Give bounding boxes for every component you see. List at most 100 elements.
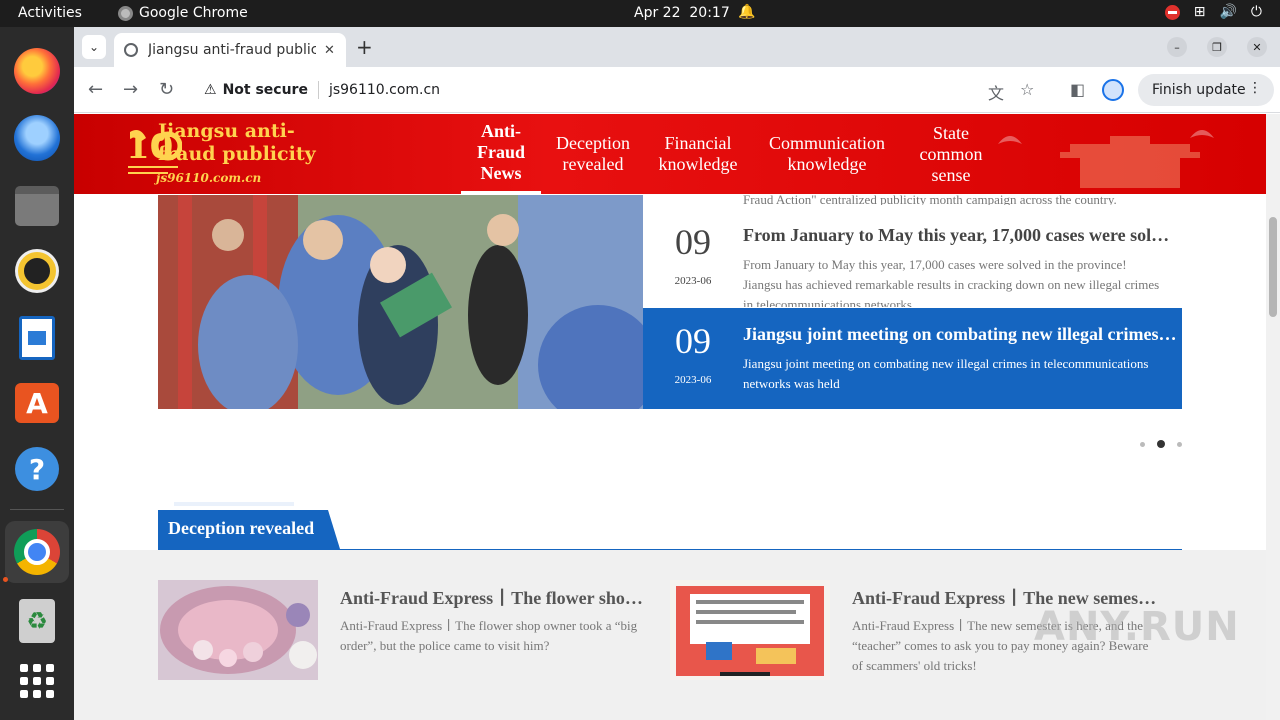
maximize-button[interactable]: ❐ <box>1207 37 1227 57</box>
section-title[interactable]: Deception revealed <box>158 510 340 549</box>
page-scrollbar[interactable] <box>1266 114 1280 720</box>
network-icon: ⊞ <box>1193 4 1206 20</box>
news-title[interactable]: Jiangsu joint meeting on combating new i… <box>743 324 1177 345</box>
dock-thunderbird[interactable] <box>13 114 61 162</box>
dock: A ? ♻ <box>0 27 74 720</box>
finish-update-label: Finish update <box>1152 82 1246 98</box>
scrollbar-thumb[interactable] <box>1269 217 1277 317</box>
notification-bell-icon: 🔔 <box>738 4 756 20</box>
news-desc: From January to May this year, 17,000 ca… <box>743 257 1160 307</box>
article-title[interactable]: Anti-Fraud Express丨The flower shop owner… <box>340 584 646 610</box>
slider-pagination <box>1140 440 1182 448</box>
menu-state-common-sense[interactable]: State common sense <box>910 114 992 194</box>
tab-strip: ⌄ Jiangsu anti-fraud publicity ✕ + – ❐ ✕ <box>74 27 1280 67</box>
news-day: 09 <box>675 222 711 262</box>
anyrun-watermark: ANY.RUN <box>1034 604 1240 650</box>
firefox-icon <box>14 48 60 94</box>
news-previous-snippet: Fraud Action" centralized publicity mont… <box>743 192 1117 205</box>
news-desc: Jiangsu joint meeting on combating new i… <box>743 356 1149 391</box>
article-thumbnail[interactable] <box>158 580 318 680</box>
slider-dot[interactable] <box>1140 441 1145 447</box>
news-item[interactable]: 09 2023-06 From January to May this year… <box>643 209 1182 310</box>
reload-button[interactable]: ↻ <box>159 79 174 100</box>
address-bar[interactable]: ⚠ Not secure js96110.com.cn <box>194 74 1054 106</box>
menu-deception-revealed[interactable]: Deception revealed <box>548 114 638 194</box>
system-tray[interactable]: ⊞ 🔊 ⏻ <box>1164 4 1262 20</box>
clock-date: Apr 22 <box>634 5 681 21</box>
app-name: Google Chrome <box>139 5 248 21</box>
translate-icon[interactable]: 文 <box>988 80 1004 104</box>
tab-search-button[interactable]: ⌄ <box>82 35 106 59</box>
site-name[interactable]: Jiangsu anti-fraud publicity <box>158 120 338 166</box>
app-menu[interactable]: Google Chrome <box>118 5 248 21</box>
news-item-selected[interactable]: 09 2023-06 Jiangsu joint meeting on comb… <box>643 308 1182 409</box>
forward-button[interactable]: → <box>123 79 138 100</box>
activities-button[interactable]: Activities <box>18 5 82 21</box>
section-header: Deception revealed <box>158 502 1182 550</box>
close-tab-icon[interactable]: ✕ <box>324 43 335 58</box>
browser-toolbar: ← → ↻ ⚠ Not secure js96110.com.cn 文 ☆ ◧ … <box>74 67 1280 113</box>
tiananmen-decoration <box>998 130 1214 188</box>
dock-files[interactable] <box>13 182 61 230</box>
news-photo[interactable] <box>158 195 643 409</box>
article-thumbnail[interactable] <box>670 580 830 680</box>
chevron-down-icon: ⌄ <box>88 40 100 54</box>
files-icon <box>15 186 59 226</box>
dock-separator <box>10 509 64 510</box>
menu-financial-knowledge[interactable]: Financial knowledge <box>652 114 744 194</box>
app-center-icon: A <box>15 383 59 423</box>
section-decoration <box>174 502 294 506</box>
dock-app-center[interactable]: A <box>13 379 61 427</box>
menu-anti-fraud-news[interactable]: Anti-Fraud News <box>461 114 541 194</box>
dock-firefox[interactable] <box>13 47 61 95</box>
bookmark-star-icon[interactable]: ☆ <box>1020 80 1034 99</box>
menu-communication-knowledge[interactable]: Communication knowledge <box>762 114 892 194</box>
page-viewport: 10 Jiangsu anti-fraud publicity js96110.… <box>74 114 1280 720</box>
url-text[interactable]: js96110.com.cn <box>329 82 440 98</box>
dock-show-apps[interactable] <box>13 657 61 705</box>
poster-image <box>670 580 830 680</box>
dock-help[interactable]: ? <box>13 445 61 493</box>
thunderbird-icon <box>14 115 60 161</box>
volume-icon: 🔊 <box>1219 4 1237 20</box>
news-list: Fraud Action" centralized publicity mont… <box>643 192 1182 409</box>
warning-icon: ⚠ <box>204 82 217 98</box>
article-desc: Anti-Fraud Express丨The flower shop owner… <box>340 618 638 653</box>
back-button[interactable]: ← <box>88 79 103 100</box>
not-secure-label[interactable]: Not secure <box>223 82 308 98</box>
trash-icon: ♻ <box>19 599 55 643</box>
chrome-window: ⌄ Jiangsu anti-fraud publicity ✕ + – ❐ ✕… <box>74 27 1280 720</box>
slider-dot-active[interactable] <box>1157 440 1165 448</box>
news-day: 09 <box>675 321 711 361</box>
news-date: 2023-06 <box>674 275 712 287</box>
news-title[interactable]: From January to May this year, 17,000 ca… <box>743 225 1177 246</box>
news-date: 2023-06 <box>674 374 712 386</box>
side-panel-icon[interactable]: ◧ <box>1070 80 1085 99</box>
tab-active[interactable]: Jiangsu anti-fraud publicity ✕ <box>114 33 346 67</box>
minimize-button[interactable]: – <box>1167 37 1187 57</box>
dock-chrome[interactable] <box>5 521 69 583</box>
dock-writer[interactable] <box>13 314 61 362</box>
chrome-small-icon <box>118 5 133 21</box>
dock-trash[interactable]: ♻ <box>13 597 61 645</box>
writer-icon <box>19 316 55 360</box>
profile-avatar[interactable] <box>1102 79 1124 101</box>
close-window-button[interactable]: ✕ <box>1247 37 1267 57</box>
globe-icon <box>124 43 138 57</box>
flower-cake-image <box>158 580 318 680</box>
new-tab-button[interactable]: + <box>356 35 373 59</box>
more-menu-icon[interactable]: ⋮ <box>1248 80 1262 96</box>
site-header: 10 Jiangsu anti-fraud publicity js96110.… <box>74 114 1266 194</box>
finish-update-button[interactable]: Finish update ⋮ <box>1138 74 1274 106</box>
clock-time: 20:17 <box>689 5 730 21</box>
omnibox-divider <box>317 81 319 99</box>
chrome-icon <box>14 529 60 575</box>
help-icon: ? <box>15 447 59 491</box>
clock[interactable]: Apr 22 20:17 <box>634 5 730 21</box>
power-icon: ⏻ <box>1250 4 1262 20</box>
police-publicity-photo <box>158 195 643 409</box>
do-not-disturb-icon <box>1164 4 1180 20</box>
system-top-bar: Activities Google Chrome Apr 22 20:17 🔔 … <box>0 0 1280 27</box>
dock-rhythmbox[interactable] <box>13 247 61 295</box>
slider-dot[interactable] <box>1177 441 1182 447</box>
